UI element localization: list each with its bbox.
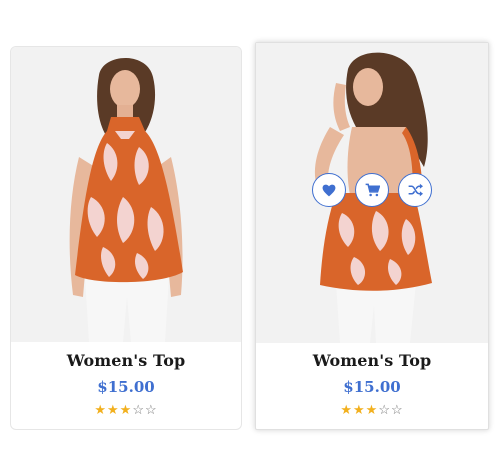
cart-icon xyxy=(365,183,380,197)
star-filled-icon: ★ xyxy=(365,402,379,417)
star-empty-icon: ☆ xyxy=(390,402,404,417)
rating-stars: ★★★☆☆ xyxy=(256,402,488,418)
product-image[interactable] xyxy=(11,47,241,342)
add-to-cart-button[interactable] xyxy=(355,173,389,207)
heart-icon xyxy=(322,184,336,197)
star-empty-icon: ☆ xyxy=(132,402,145,417)
product-actions xyxy=(256,173,488,207)
star-filled-icon: ★ xyxy=(107,402,120,417)
star-empty-icon: ☆ xyxy=(144,402,158,417)
star-filled-icon: ★ xyxy=(119,402,133,417)
compare-button[interactable] xyxy=(398,173,432,207)
product-info: Women's Top $15.00 ★★★☆☆ xyxy=(11,342,241,429)
product-title[interactable]: Women's Top xyxy=(256,351,488,370)
product-card[interactable]: Women's Top $15.00 ★★★☆☆ xyxy=(10,46,242,430)
product-info: Women's Top $15.00 ★★★☆☆ xyxy=(256,342,488,429)
product-card-hovered[interactable]: Women's Top $15.00 ★★★☆☆ xyxy=(255,42,489,430)
product-price: $15.00 xyxy=(97,378,155,396)
product-price: $15.00 xyxy=(343,378,401,396)
star-filled-icon: ★ xyxy=(94,402,108,417)
rating-stars: ★★★☆☆ xyxy=(11,402,241,418)
product-title[interactable]: Women's Top xyxy=(11,351,241,370)
star-filled-icon: ★ xyxy=(353,402,366,417)
shuffle-icon xyxy=(408,183,423,197)
product-image[interactable] xyxy=(256,43,488,343)
wishlist-button[interactable] xyxy=(312,173,346,207)
star-empty-icon: ☆ xyxy=(378,402,391,417)
star-filled-icon: ★ xyxy=(340,402,354,417)
